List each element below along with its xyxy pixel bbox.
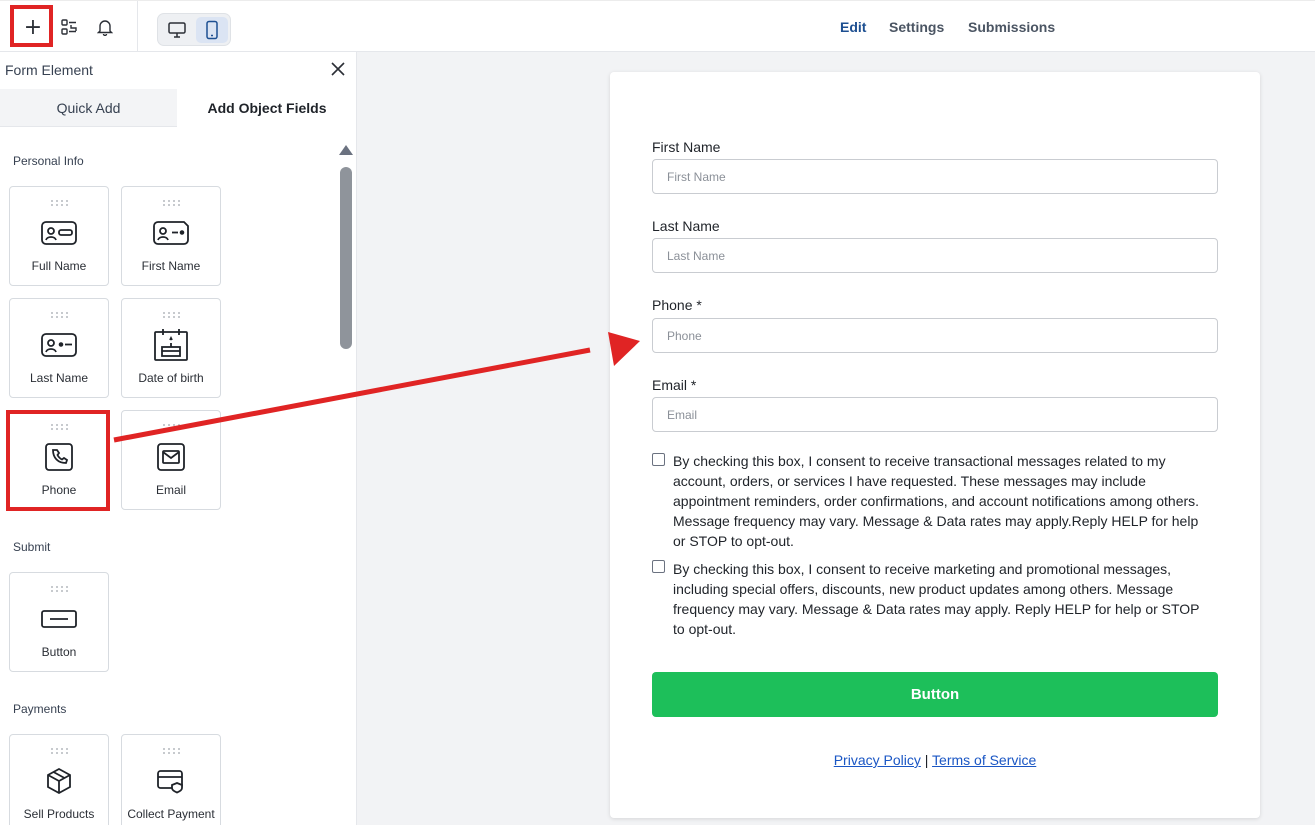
form-preview: First Name Last Name Phone * Email * By … [610,72,1260,818]
cake-calendar-icon [151,325,191,365]
field-label-phone: Phone * [652,297,702,313]
transactional-consent-checkbox[interactable] [652,453,665,466]
first-name-input[interactable] [652,159,1218,194]
desktop-icon [168,22,186,38]
mail-icon [151,437,191,477]
tab-edit[interactable]: Edit [840,19,866,35]
id-card-icon [151,213,191,253]
element-card-email[interactable]: Email [121,410,221,510]
link-separator: | [924,752,929,768]
element-card-label: Button [41,645,77,659]
section-label-submit: Submit [13,540,51,554]
toolbar-divider [137,1,138,53]
id-card-icon [39,213,79,253]
layers-icon[interactable] [55,13,83,41]
element-card-date-of-birth[interactable]: Date of birth [121,298,221,398]
element-card-label: Last Name [29,371,89,385]
field-label-last-name: Last Name [652,218,720,234]
last-name-input[interactable] [652,238,1218,273]
submit-button[interactable]: Button [652,672,1218,717]
tab-settings[interactable]: Settings [889,19,944,35]
bell-icon[interactable] [91,13,119,41]
terms-of-service-link[interactable]: Terms of Service [932,752,1036,768]
scroll-up-arrow[interactable] [339,145,353,155]
element-card-label: Sell Products [23,807,95,821]
close-icon[interactable] [330,61,348,79]
box-icon [39,761,79,801]
tab-submissions[interactable]: Submissions [968,19,1055,35]
button-icon [39,599,79,639]
panel-title: Form Element [5,62,93,78]
marketing-consent-text: By checking this box, I consent to recei… [673,561,1200,637]
section-label-payments: Payments [13,702,67,716]
element-card-label: Full Name [31,259,87,273]
field-label-email: Email * [652,377,697,393]
scrollbar-thumb[interactable] [340,167,352,349]
drag-handle-icon[interactable] [162,311,182,319]
element-card-label: Collect Payment [127,807,215,821]
mobile-view-button[interactable] [196,17,228,43]
marketing-consent-checkbox[interactable] [652,560,665,573]
element-card-button[interactable]: Button [9,572,109,672]
panel-tabs: Quick Add Add Object Fields [0,89,356,127]
transactional-consent-text: By checking this box, I consent to recei… [673,453,1200,549]
section-label-personal-info: Personal Info [13,154,84,168]
phone-input[interactable] [652,318,1218,353]
drag-handle-icon[interactable] [162,423,182,431]
email-input[interactable] [652,397,1218,432]
element-card-sell-products[interactable]: Sell Products [9,734,109,825]
drag-handle-icon[interactable] [162,199,182,207]
card-icon [151,761,191,801]
footer-links: Privacy Policy | Terms of Service [610,752,1260,768]
drag-handle-icon[interactable] [50,311,70,319]
tab-add-object-fields[interactable]: Add Object Fields [177,89,356,127]
element-card-collect-payment[interactable]: Collect Payment [121,734,221,825]
highlight-box-add [10,5,53,47]
tab-quick-add[interactable]: Quick Add [0,89,177,127]
element-card-label: First Name [141,259,201,273]
drag-handle-icon[interactable] [50,747,70,755]
drag-handle-icon[interactable] [162,747,182,755]
device-toggle [157,13,231,46]
privacy-policy-link[interactable]: Privacy Policy [834,752,921,768]
drag-handle-icon[interactable] [50,199,70,207]
id-card-icon [39,325,79,365]
element-card-first-name[interactable]: First Name [121,186,221,286]
top-bar: + Edit Settings Submissions [0,0,1315,53]
element-card-full-name[interactable]: Full Name [9,186,109,286]
field-label-first-name: First Name [652,139,721,155]
drag-handle-icon[interactable] [50,585,70,593]
mobile-icon [206,20,218,40]
form-element-panel: Form Element Quick Add Add Object Fields… [0,52,357,825]
element-card-label: Date of birth [138,371,204,385]
element-card-last-name[interactable]: Last Name [9,298,109,398]
highlight-box-phone [6,410,110,511]
desktop-view-button[interactable] [161,17,193,43]
element-card-label: Email [155,483,186,497]
